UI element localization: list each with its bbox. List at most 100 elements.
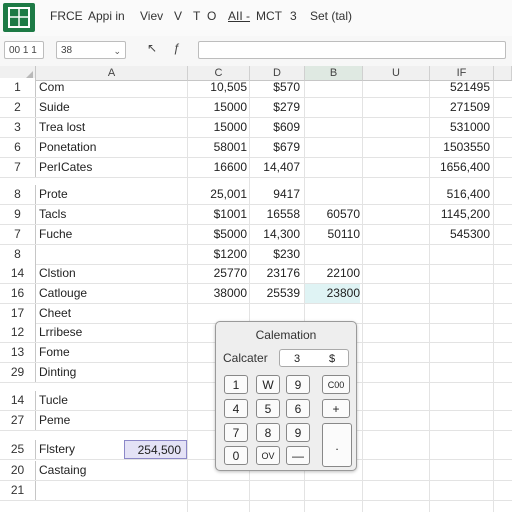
cell-f[interactable] [430, 461, 490, 480]
row-header[interactable]: 17 [0, 304, 36, 323]
cell-a[interactable] [37, 245, 187, 264]
cell-f[interactable] [430, 481, 490, 500]
fx-icon[interactable]: ƒ [173, 41, 180, 55]
cell-b[interactable] [305, 158, 360, 177]
menu-item-file[interactable]: FRCE [50, 9, 83, 23]
row-header[interactable]: 7 [0, 158, 36, 177]
cell-d[interactable]: $570 [250, 78, 300, 97]
key-ov[interactable]: OV [256, 446, 280, 465]
row-header[interactable]: 13 [0, 343, 36, 362]
key-minus[interactable]: — [286, 446, 310, 465]
cell-c[interactable]: $1001 [188, 205, 247, 224]
menu-item-mct[interactable]: MCT [256, 9, 282, 23]
key-0[interactable]: 0 [224, 446, 248, 465]
cell-d[interactable]: 9417 [250, 185, 300, 204]
row-header[interactable]: 8 [0, 245, 36, 264]
cell-f[interactable]: 516,400 [430, 185, 490, 204]
cell-a[interactable]: Cheet [37, 304, 187, 323]
cell-c[interactable]: $5000 [188, 225, 247, 244]
cell-a[interactable]: Tucle [37, 391, 187, 410]
cell-a[interactable]: Tacls [37, 205, 187, 224]
row-header[interactable]: 9 [0, 205, 36, 224]
cell-d[interactable]: $230 [250, 245, 300, 264]
cell-f[interactable] [430, 323, 490, 342]
row-header[interactable]: 14 [0, 264, 36, 283]
cell-f[interactable] [430, 391, 490, 410]
cell-d[interactable]: 14,407 [250, 158, 300, 177]
cell-d[interactable]: 14,300 [250, 225, 300, 244]
cell-b[interactable]: 60570 [305, 205, 360, 224]
row-header[interactable]: 14 [0, 391, 36, 410]
menu-item-append[interactable]: Appi in [88, 9, 125, 23]
cell-a[interactable]: Fome [37, 343, 187, 362]
name-box[interactable]: 00 1 1 [4, 41, 44, 59]
cell-f[interactable]: 271509 [430, 98, 490, 117]
cell-f[interactable]: 545300 [430, 225, 490, 244]
cell-c[interactable]: 10,505 [188, 78, 247, 97]
key-7[interactable]: 7 [224, 423, 248, 442]
cell-f[interactable]: 521495 [430, 78, 490, 97]
menu-item-v[interactable]: V [174, 9, 182, 23]
cell-b[interactable] [305, 138, 360, 157]
row-header[interactable]: 21 [0, 481, 36, 500]
cell-d[interactable]: $279 [250, 98, 300, 117]
menu-item-set[interactable]: Set (tal) [310, 9, 352, 23]
cell-c[interactable]: $1200 [188, 245, 247, 264]
cell-a[interactable]: Clstion [37, 264, 187, 283]
cell-a[interactable]: Fuche [37, 225, 187, 244]
cell-a[interactable]: Com [37, 78, 187, 97]
cell-b[interactable] [305, 185, 360, 204]
row-header[interactable]: 27 [0, 411, 36, 430]
row-header[interactable]: 1 [0, 78, 36, 97]
key-9-top[interactable]: 9 [286, 375, 310, 394]
formula-input[interactable] [198, 41, 506, 59]
cell-f[interactable]: 1145,200 [430, 205, 490, 224]
cell-f[interactable]: 531000 [430, 118, 490, 137]
key-9[interactable]: 9 [286, 423, 310, 442]
cell-f[interactable] [430, 304, 490, 323]
key-8[interactable]: 8 [256, 423, 280, 442]
cell-d[interactable]: 16558 [250, 205, 300, 224]
key-4[interactable]: 4 [224, 399, 248, 418]
cell-a[interactable]: Suide [37, 98, 187, 117]
cell-b[interactable] [305, 481, 360, 500]
cell-b[interactable] [305, 78, 360, 97]
menu-item-t[interactable]: T [193, 9, 200, 23]
cell-a[interactable]: Peme [37, 411, 187, 430]
cell-d[interactable] [250, 481, 300, 500]
cell-c[interactable]: 15000 [188, 98, 247, 117]
row-header[interactable]: 3 [0, 118, 36, 137]
cell-f[interactable] [430, 411, 490, 430]
cell-c[interactable]: 25,001 [188, 185, 247, 204]
key-w[interactable]: W [256, 375, 280, 394]
row-header[interactable]: 25 [0, 440, 36, 459]
key-decimal[interactable]: . [322, 423, 352, 467]
cell-a[interactable]: PerICates [37, 158, 187, 177]
row-header[interactable]: 29 [0, 363, 36, 382]
cell-b[interactable] [305, 245, 360, 264]
cell-b[interactable] [305, 98, 360, 117]
cell-f[interactable] [430, 363, 490, 382]
menu-item-view[interactable]: Viev [140, 9, 163, 23]
menu-item-all[interactable]: AII - [228, 9, 250, 23]
cell-b[interactable]: 50110 [305, 225, 360, 244]
cell-c[interactable]: 25770 [188, 264, 247, 283]
cell-f[interactable] [430, 284, 490, 303]
cell-c[interactable]: 58001 [188, 138, 247, 157]
row-header[interactable]: 8 [0, 185, 36, 204]
cell-a[interactable]: Trea lost [37, 118, 187, 137]
cell-d[interactable]: 25539 [250, 284, 300, 303]
row-header[interactable]: 16 [0, 284, 36, 303]
cell-d[interactable]: 23176 [250, 264, 300, 283]
row-header[interactable]: 7 [0, 225, 36, 244]
cell-b[interactable] [305, 118, 360, 137]
cell-f[interactable] [430, 245, 490, 264]
cell-c[interactable]: 38000 [188, 284, 247, 303]
cell-a[interactable]: Prote [37, 185, 187, 204]
cell-a[interactable]: Ponetation [37, 138, 187, 157]
menu-item-o[interactable]: O [207, 9, 216, 23]
row-header[interactable]: 20 [0, 461, 36, 480]
cell-f[interactable] [430, 264, 490, 283]
cell-b[interactable]: 22100 [305, 264, 360, 283]
cell-c[interactable] [188, 481, 247, 500]
